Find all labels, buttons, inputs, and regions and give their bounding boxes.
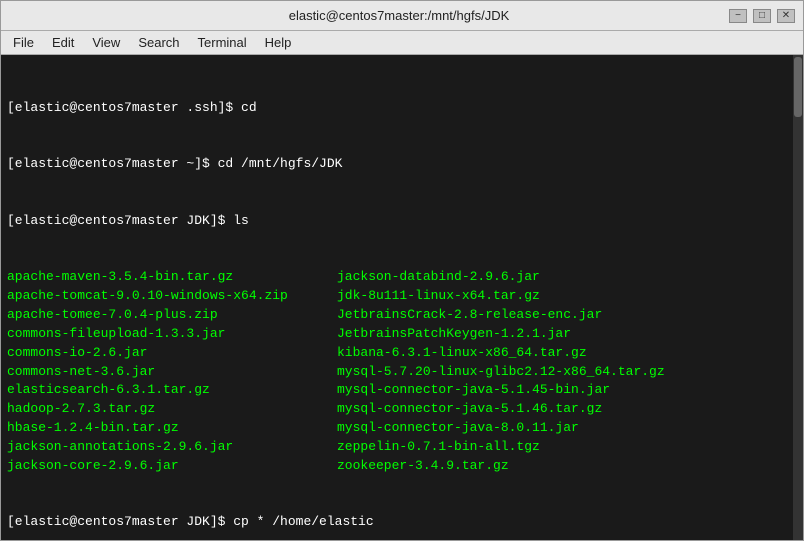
window-controls: − □ ✕	[729, 9, 795, 23]
menu-item-view[interactable]: View	[84, 33, 128, 52]
menu-item-search[interactable]: Search	[130, 33, 187, 52]
file-entry: commons-fileupload-1.3.3.jar	[7, 325, 337, 344]
files-listing: apache-maven-3.5.4-bin.tar.gzapache-tomc…	[7, 268, 797, 475]
file-entry: zeppelin-0.7.1-bin-all.tgz	[337, 438, 797, 457]
menu-item-file[interactable]: File	[5, 33, 42, 52]
terminal-body[interactable]: [elastic@centos7master .ssh]$ cd [elasti…	[1, 55, 803, 540]
file-entry: hadoop-2.7.3.tar.gz	[7, 400, 337, 419]
file-entry: JetbrainsPatchKeygen-1.2.1.jar	[337, 325, 797, 344]
file-entry: jackson-databind-2.9.6.jar	[337, 268, 797, 287]
file-entry: jackson-core-2.9.6.jar	[7, 457, 337, 476]
file-entry: elasticsearch-6.3.1.tar.gz	[7, 381, 337, 400]
terminal-window: elastic@centos7master:/mnt/hgfs/JDK − □ …	[0, 0, 804, 541]
file-entry: JetbrainsCrack-2.8-release-enc.jar	[337, 306, 797, 325]
file-entry: zookeeper-3.4.9.tar.gz	[337, 457, 797, 476]
maximize-button[interactable]: □	[753, 9, 771, 23]
file-entry: mysql-connector-java-8.0.11.jar	[337, 419, 797, 438]
file-entry: hbase-1.2.4-bin.tar.gz	[7, 419, 337, 438]
menu-item-terminal[interactable]: Terminal	[190, 33, 255, 52]
file-entry: apache-tomcat-9.0.10-windows-x64.zip	[7, 287, 337, 306]
file-entry: jackson-annotations-2.9.6.jar	[7, 438, 337, 457]
file-entry: commons-net-3.6.jar	[7, 363, 337, 382]
files-col1: apache-maven-3.5.4-bin.tar.gzapache-tomc…	[7, 268, 337, 475]
files-col2: jackson-databind-2.9.6.jarjdk-8u111-linu…	[337, 268, 797, 475]
scrollbar-thumb[interactable]	[794, 57, 802, 117]
file-entry: apache-maven-3.5.4-bin.tar.gz	[7, 268, 337, 287]
scrollbar[interactable]	[793, 55, 803, 540]
title-bar: elastic@centos7master:/mnt/hgfs/JDK − □ …	[1, 1, 803, 31]
file-entry: apache-tomee-7.0.4-plus.zip	[7, 306, 337, 325]
file-entry: kibana-6.3.1-linux-x86_64.tar.gz	[337, 344, 797, 363]
file-entry: mysql-5.7.20-linux-glibc2.12-x86_64.tar.…	[337, 363, 797, 382]
last-command-line: [elastic@centos7master JDK]$ cp * /home/…	[7, 513, 797, 532]
window-title: elastic@centos7master:/mnt/hgfs/JDK	[69, 8, 729, 23]
file-entry: mysql-connector-java-5.1.46.tar.gz	[337, 400, 797, 419]
line-3: [elastic@centos7master JDK]$ ls	[7, 212, 249, 231]
file-entry: commons-io-2.6.jar	[7, 344, 337, 363]
last-command: [elastic@centos7master JDK]$ cp * /home/…	[7, 513, 374, 532]
line-1: [elastic@centos7master .ssh]$ cd	[7, 99, 257, 118]
menu-item-edit[interactable]: Edit	[44, 33, 82, 52]
file-entry: jdk-8u111-linux-x64.tar.gz	[337, 287, 797, 306]
minimize-button[interactable]: −	[729, 9, 747, 23]
file-entry: mysql-connector-java-5.1.45-bin.jar	[337, 381, 797, 400]
close-button[interactable]: ✕	[777, 9, 795, 23]
line-2: [elastic@centos7master ~]$ cd /mnt/hgfs/…	[7, 155, 342, 174]
menu-bar: FileEditViewSearchTerminalHelp	[1, 31, 803, 55]
terminal-output: [elastic@centos7master .ssh]$ cd [elasti…	[7, 61, 797, 540]
menu-item-help[interactable]: Help	[257, 33, 300, 52]
